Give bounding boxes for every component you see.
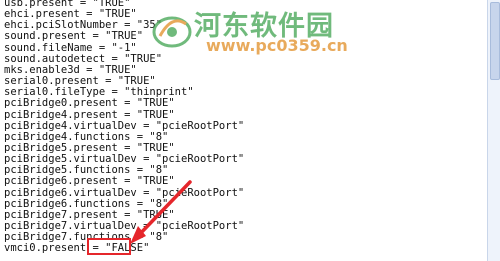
watermark-logo-icon — [152, 16, 192, 48]
highlight-box — [87, 238, 131, 255]
watermark: 河东软件园 www.pc0359.cn — [150, 4, 380, 62]
vertical-scrollbar[interactable] — [487, 0, 500, 261]
scrollbar-thumb[interactable] — [490, 2, 500, 80]
watermark-url: www.pc0359.cn — [206, 36, 348, 55]
